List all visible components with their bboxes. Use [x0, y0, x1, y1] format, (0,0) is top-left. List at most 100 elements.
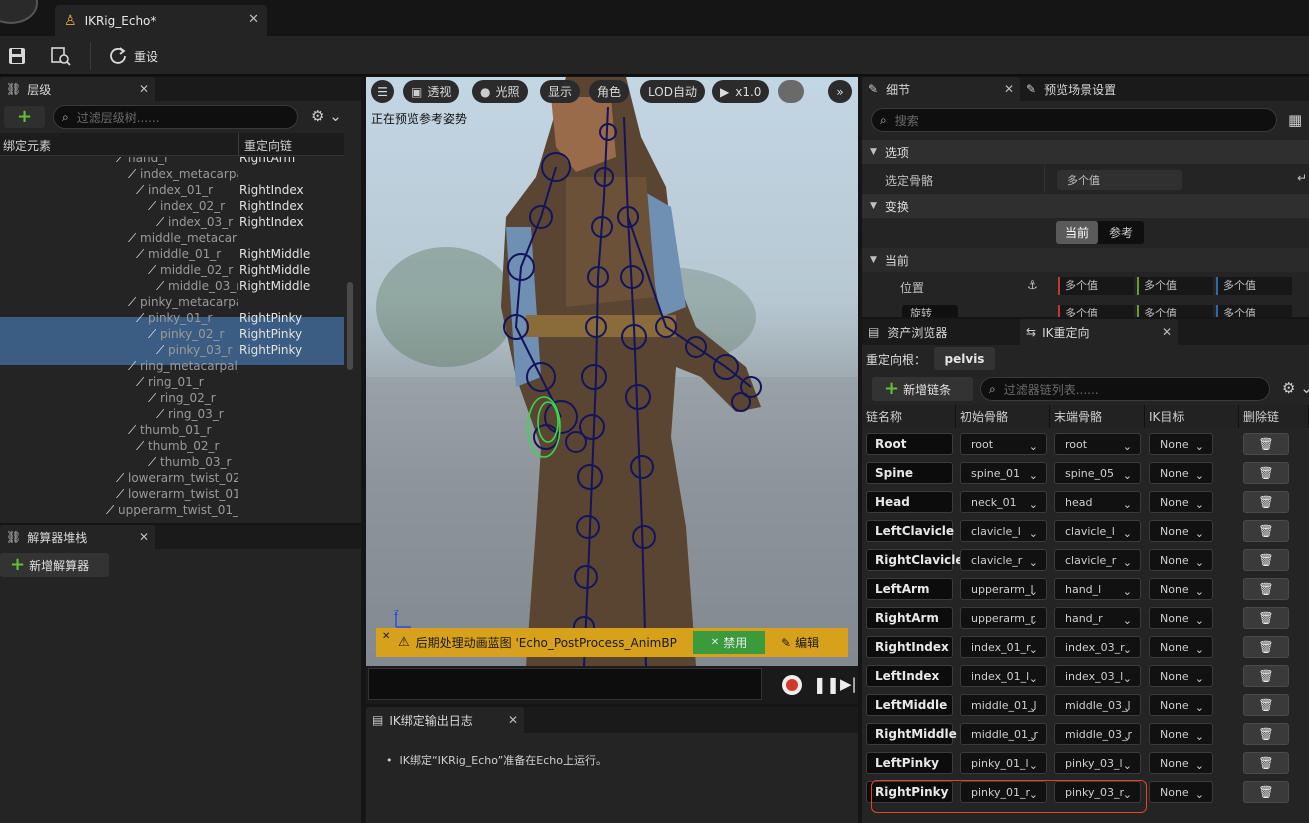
show-button[interactable]: 显示: [540, 80, 581, 103]
hierarchy-row[interactable]: ⟋ index_02_r RightIndex: [0, 199, 344, 215]
reset-button[interactable]: 重设: [108, 43, 158, 69]
chain-name-field[interactable]: RightArm: [866, 607, 953, 629]
hierarchy-row[interactable]: ⟋ pinky_02_r RightPinky: [0, 327, 344, 343]
ik-goal-dropdown[interactable]: None ⌄: [1149, 607, 1213, 629]
lod-button[interactable]: LOD自动: [640, 80, 705, 103]
grid-view-icon[interactable]: ▦: [1288, 111, 1302, 129]
hierarchy-row[interactable]: ⟋ ring_metacarpal_: [0, 359, 344, 375]
start-bone-dropdown[interactable]: upperarm_r ⌄: [960, 607, 1047, 629]
delete-chain-button[interactable]: 🗑: [1243, 549, 1289, 571]
col-chain-header[interactable]: 重定向链: [244, 137, 292, 154]
solver-stack-tab[interactable]: ⛓ 解算器堆栈 ✕: [0, 525, 155, 549]
hierarchy-search-input[interactable]: ⌕ 过滤层级树......: [53, 105, 298, 129]
start-bone-dropdown[interactable]: neck_01 ⌄: [960, 491, 1047, 513]
play-speed-button[interactable]: ▶ x1.0: [712, 80, 770, 103]
save-button[interactable]: [8, 43, 26, 69]
disable-postprocess-button[interactable]: ✕ 禁用: [693, 631, 765, 654]
add-chain-button[interactable]: + 新增链条: [872, 377, 973, 401]
end-bone-dropdown[interactable]: pinky_03_r ⌄: [1054, 781, 1141, 803]
start-bone-dropdown[interactable]: middle_01_r ⌄: [960, 723, 1047, 745]
end-bone-dropdown[interactable]: index_03_l ⌄: [1054, 665, 1141, 687]
close-icon[interactable]: ✕: [1004, 82, 1014, 96]
hierarchy-row[interactable]: ⟋ middle_01_r RightMiddle: [0, 247, 344, 263]
asset-browser-tab[interactable]: ▤ 资产浏览器: [862, 324, 1020, 341]
start-bone-dropdown[interactable]: spine_01 ⌄: [960, 462, 1047, 484]
options-section-header[interactable]: ▼ 选项: [862, 140, 1309, 164]
hierarchy-row[interactable]: ⟋ thumb_02_r: [0, 439, 344, 455]
ik-goal-dropdown[interactable]: None ⌄: [1149, 549, 1213, 571]
close-icon[interactable]: ✕: [139, 82, 149, 96]
delete-chain-button[interactable]: 🗑: [1243, 491, 1289, 513]
ik-goal-dropdown[interactable]: None ⌄: [1149, 694, 1213, 716]
hierarchy-row[interactable]: ⟋ middle_02_r RightMiddle: [0, 263, 344, 279]
hierarchy-row[interactable]: ⟋ middle_03_r RightMiddle: [0, 279, 344, 295]
hierarchy-row[interactable]: ⟋middle_metacarpal_: [0, 231, 344, 247]
start-bone-dropdown[interactable]: pinky_01_r ⌄: [960, 781, 1047, 803]
delete-chain-button[interactable]: 🗑: [1243, 578, 1289, 600]
hierarchy-row[interactable]: ⟋ lowerarm_twist_01: [0, 487, 344, 503]
delete-chain-button[interactable]: 🗑: [1243, 694, 1289, 716]
character-button[interactable]: 角色: [589, 80, 630, 103]
chain-search-input[interactable]: ⌕ 过滤器链列表......: [980, 377, 1270, 401]
start-bone-dropdown[interactable]: clavicle_r ⌄: [960, 549, 1047, 571]
end-bone-dropdown[interactable]: clavicle_r ⌄: [1054, 549, 1141, 571]
end-bone-dropdown[interactable]: hand_l ⌄: [1054, 578, 1141, 600]
delete-chain-button[interactable]: 🗑: [1243, 636, 1289, 658]
reference-mode-button[interactable]: 参考: [1098, 221, 1144, 244]
viewport[interactable]: z ☰ ▣ 透视 ● 光照 显示 角色 LOD自动 ▶ x1.0 » 正在预览参考姿势: [366, 77, 858, 666]
hierarchy-tab[interactable]: ⛓ 层级 ✕: [0, 77, 155, 101]
end-bone-dropdown[interactable]: root ⌄: [1054, 433, 1141, 455]
close-icon[interactable]: ✕: [508, 713, 518, 727]
ik-goal-dropdown[interactable]: None ⌄: [1149, 665, 1213, 687]
rotation-z-field[interactable]: 多个值: [1216, 305, 1292, 317]
record-button[interactable]: [782, 675, 802, 695]
delete-chain-button[interactable]: 🗑: [1243, 433, 1289, 455]
delete-chain-button[interactable]: 🗑: [1243, 665, 1289, 687]
delete-chain-button[interactable]: 🗑: [1243, 752, 1289, 774]
selected-bone-field[interactable]: 多个值: [1057, 170, 1182, 190]
hierarchy-row[interactable]: ⟋ hand_r RightArm: [0, 157, 344, 167]
ik-retarget-tab[interactable]: ⇆ IK重定向 ✕: [1020, 319, 1178, 345]
delete-chain-button[interactable]: 🗑: [1243, 520, 1289, 542]
hierarchy-row[interactable]: ⟋ index_01_r RightIndex: [0, 183, 344, 199]
start-bone-dropdown[interactable]: upperarm_l ⌄: [960, 578, 1047, 600]
ik-goal-dropdown[interactable]: None ⌄: [1149, 636, 1213, 658]
details-search-input[interactable]: ⌕ 搜索: [871, 108, 1277, 132]
anchor-icon[interactable]: ⚓: [1027, 278, 1038, 292]
hierarchy-row[interactable]: ⟋ lowerarm_twist_02: [0, 471, 344, 487]
rotation-dropdown[interactable]: 旋转: [902, 305, 958, 317]
ik-goal-dropdown[interactable]: None ⌄: [1149, 462, 1213, 484]
chain-name-field[interactable]: LeftArm: [866, 578, 953, 600]
close-icon[interactable]: ✕: [139, 530, 149, 544]
close-icon[interactable]: ✕: [1162, 325, 1172, 339]
chain-name-field[interactable]: LeftIndex: [866, 665, 953, 687]
ik-goal-dropdown[interactable]: None ⌄: [1149, 520, 1213, 542]
reset-arrow-icon[interactable]: ↵: [1297, 171, 1307, 185]
chain-name-field[interactable]: RightPinky: [866, 781, 953, 803]
chain-column-header[interactable]: 删除链: [1239, 405, 1309, 428]
hierarchy-row[interactable]: ⟋ ring_03_r: [0, 407, 344, 423]
chain-name-field[interactable]: RightMiddle: [866, 723, 957, 745]
chain-name-field[interactable]: Spine: [866, 462, 953, 484]
end-bone-dropdown[interactable]: index_03_r ⌄: [1054, 636, 1141, 658]
browse-asset-button[interactable]: [50, 43, 72, 69]
close-icon[interactable]: ✕: [382, 631, 390, 642]
hierarchy-row[interactable]: ⟋ upperarm_twist_01_r: [0, 503, 344, 519]
hierarchy-row[interactable]: ⟋ thumb_01_r: [0, 423, 344, 439]
chain-column-header[interactable]: 初始骨骼: [956, 405, 1050, 428]
ik-goal-dropdown[interactable]: None ⌄: [1149, 752, 1213, 774]
delete-chain-button[interactable]: 🗑: [1243, 607, 1289, 629]
chain-column-header[interactable]: 链名称: [862, 405, 956, 428]
delete-chain-button[interactable]: 🗑: [1243, 462, 1289, 484]
step-forward-button[interactable]: ▶|: [840, 675, 857, 693]
position-z-field[interactable]: 多个值: [1216, 277, 1292, 295]
pause-button[interactable]: ❚❚: [813, 675, 840, 694]
end-bone-dropdown[interactable]: middle_03_l ⌄: [1054, 694, 1141, 716]
chain-name-field[interactable]: Head: [866, 491, 953, 513]
details-tab[interactable]: ✎ 细节 ✕: [862, 77, 1020, 101]
end-bone-dropdown[interactable]: hand_r ⌄: [1054, 607, 1141, 629]
hierarchy-row[interactable]: ⟋ ring_01_r: [0, 375, 344, 391]
start-bone-dropdown[interactable]: index_01_r ⌄: [960, 636, 1047, 658]
delete-chain-button[interactable]: 🗑: [1243, 723, 1289, 745]
ik-goal-dropdown[interactable]: None ⌄: [1149, 433, 1213, 455]
